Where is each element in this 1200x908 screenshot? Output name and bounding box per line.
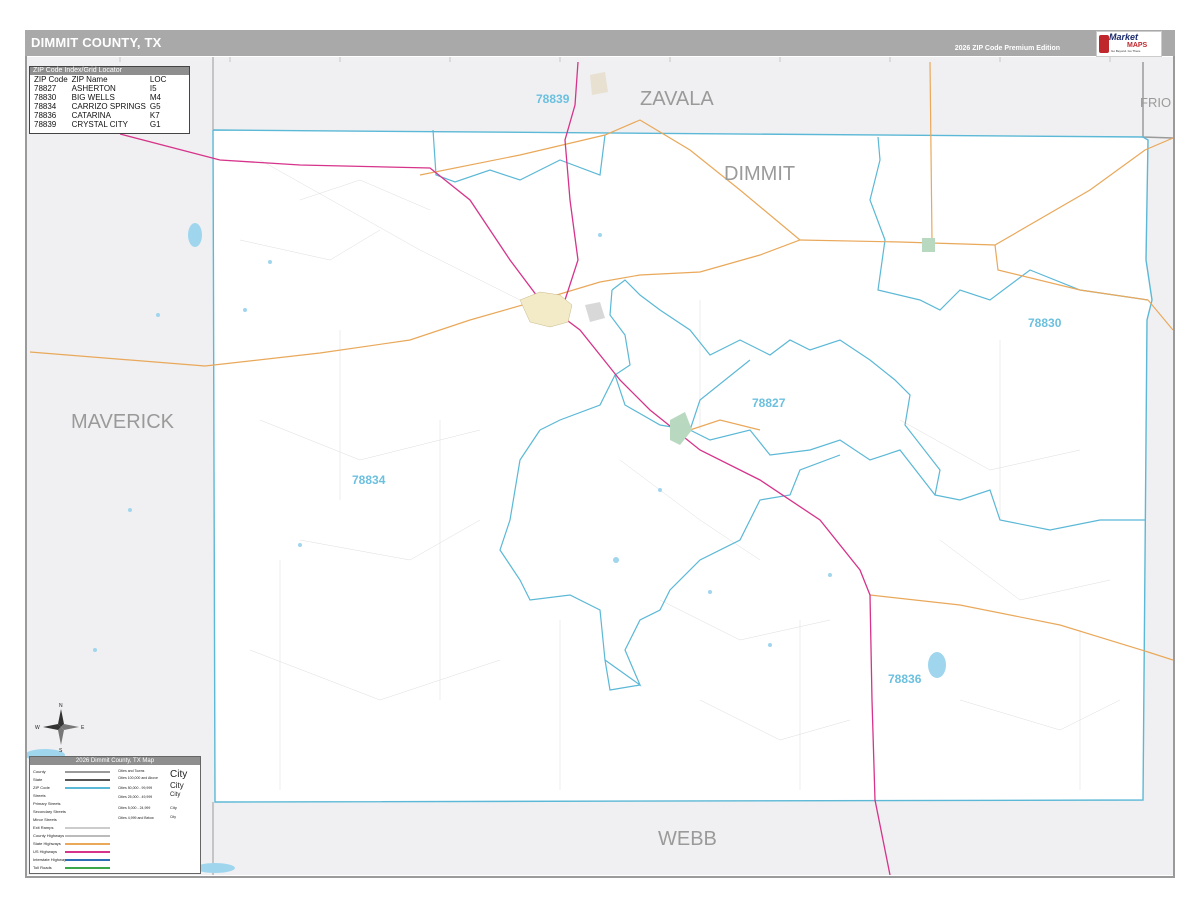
legend-class-label: Cities 100,000 and Above [118, 776, 158, 780]
county-label-webb: WEBB [658, 828, 717, 850]
legend-item: Interstate Highways [33, 857, 69, 862]
legend-class-label: Cities 5,000 - 24,999 [118, 806, 151, 810]
legend-swatch [65, 859, 110, 861]
zip-index-row: 78836 CATARINA K7 [32, 111, 168, 120]
compass-n: N [59, 703, 63, 709]
zip-name-cell: ASHERTON [71, 84, 116, 93]
zip-index-row: 78830 BIG WELLS M4 [32, 93, 168, 102]
legend-swatch [65, 867, 110, 869]
county-label-zavala: ZAVALA [640, 88, 714, 110]
map-legend: 2026 Dimmit County, TX Map County State … [29, 756, 201, 874]
legend-item: County [33, 769, 46, 774]
legend-item: State [33, 777, 43, 782]
legend-swatch [65, 787, 110, 789]
zip-code-cell: 78836 [34, 111, 57, 120]
legend-item: Secondary Streets [33, 809, 66, 814]
legend-class-label: Cities 50,000 - 99,999 [118, 786, 153, 790]
zip-loc-cell: M4 [149, 93, 162, 102]
edition-label: 2026 ZIP Code Premium Edition [954, 45, 1060, 52]
zip-name-cell: CATARINA [71, 111, 111, 120]
dimmit-county-area [213, 130, 1152, 802]
legend-swatch [65, 843, 110, 845]
legend-class-sample: City [170, 815, 177, 819]
county-label-maverick: MAVERICK [71, 411, 175, 433]
legend-item: US Highways [33, 849, 58, 854]
zip-label: 78836 [888, 672, 922, 686]
legend-swatch [65, 771, 110, 773]
legend-class-heading: Cities and Towns [118, 769, 145, 773]
legend-class-sample: City [170, 781, 184, 790]
zip-loc-cell: K7 [149, 111, 160, 120]
legend-class-label: Cities 25,000 - 49,999 [118, 795, 153, 799]
zip-label: 78830 [1028, 316, 1062, 330]
zip-index-header-row: ZIP Code ZIP Name LOC [32, 75, 168, 84]
map-title: DIMMIT COUNTY, TX [31, 35, 162, 50]
zip-index-col: LOC [149, 75, 167, 84]
county-map[interactable]: ZAVALA DIMMIT MAVERICK WEBB FRIO 78839 7… [27, 57, 1173, 875]
legend-class-sample: City [170, 792, 181, 798]
legend-item: Streets [33, 793, 46, 798]
legend-class-sample: City [170, 805, 177, 810]
legend-swatch [65, 779, 110, 781]
zip-loc-cell: I5 [149, 84, 157, 93]
logo-mark [1099, 35, 1109, 53]
legend-swatch [65, 851, 110, 853]
legend-item: Exit Ramps [33, 825, 54, 830]
zip-name-cell: CRYSTAL CITY [71, 120, 128, 129]
county-label-dimmit: DIMMIT [724, 163, 795, 185]
legend-heading: 2026 Dimmit County, TX Map [30, 757, 200, 765]
legend-item: Minor Streets [33, 817, 57, 822]
zip-index-row: 78839 CRYSTAL CITY G1 [32, 120, 168, 129]
zip-label: 78827 [752, 396, 786, 410]
compass-w: W [35, 725, 40, 731]
zip-loc-cell: G5 [149, 102, 161, 111]
zip-name-cell: CARRIZO SPRINGS [71, 102, 146, 111]
zip-index-table: ZIP Code ZIP Name LOC 78827 ASHERTON I5 … [32, 75, 168, 129]
zip-index-row: 78834 CARRIZO SPRINGS G5 [32, 102, 168, 111]
zip-code-index: ZIP Code Index/Grid Locator ZIP Code ZIP… [29, 66, 190, 134]
zip-code-cell: 78834 [34, 102, 57, 111]
legend-class-label: Cities 4,999 and Below [118, 816, 154, 820]
zip-index-row: 78827 ASHERTON I5 [32, 84, 168, 93]
zip-index-col: ZIP Name [71, 75, 108, 84]
logo-word-maps: MAPS [1127, 42, 1148, 49]
legend-item: ZIP Code [33, 785, 50, 790]
legend-item: State Highways [33, 841, 61, 846]
legend-swatch [65, 835, 110, 837]
zip-code-cell: 78827 [34, 84, 57, 93]
zip-code-cell: 78839 [34, 120, 57, 129]
county-label-frio: FRIO [1140, 95, 1171, 110]
zip-loc-cell: G1 [149, 120, 161, 129]
zip-code-cell: 78830 [34, 93, 57, 102]
legend-item: Toll Roads [33, 865, 52, 870]
zip-index-col: ZIP Code [34, 75, 68, 84]
market-maps-logo: Market MAPS Go Beyond. Go There. [1096, 31, 1162, 57]
title-bar [25, 30, 1175, 56]
legend-class-sample: City [170, 769, 188, 780]
logo-word-market: Market [1109, 32, 1139, 42]
legend-item: Primary Streets [33, 801, 61, 806]
zip-label: 78839 [536, 92, 570, 106]
zip-label: 78834 [352, 473, 386, 487]
legend-item: County Highways [33, 833, 65, 838]
zip-name-cell: BIG WELLS [71, 93, 115, 102]
zip-index-heading: ZIP Code Index/Grid Locator [30, 67, 189, 75]
legend-swatch [65, 827, 110, 829]
logo-tagline: Go Beyond. Go There. [1111, 49, 1142, 53]
